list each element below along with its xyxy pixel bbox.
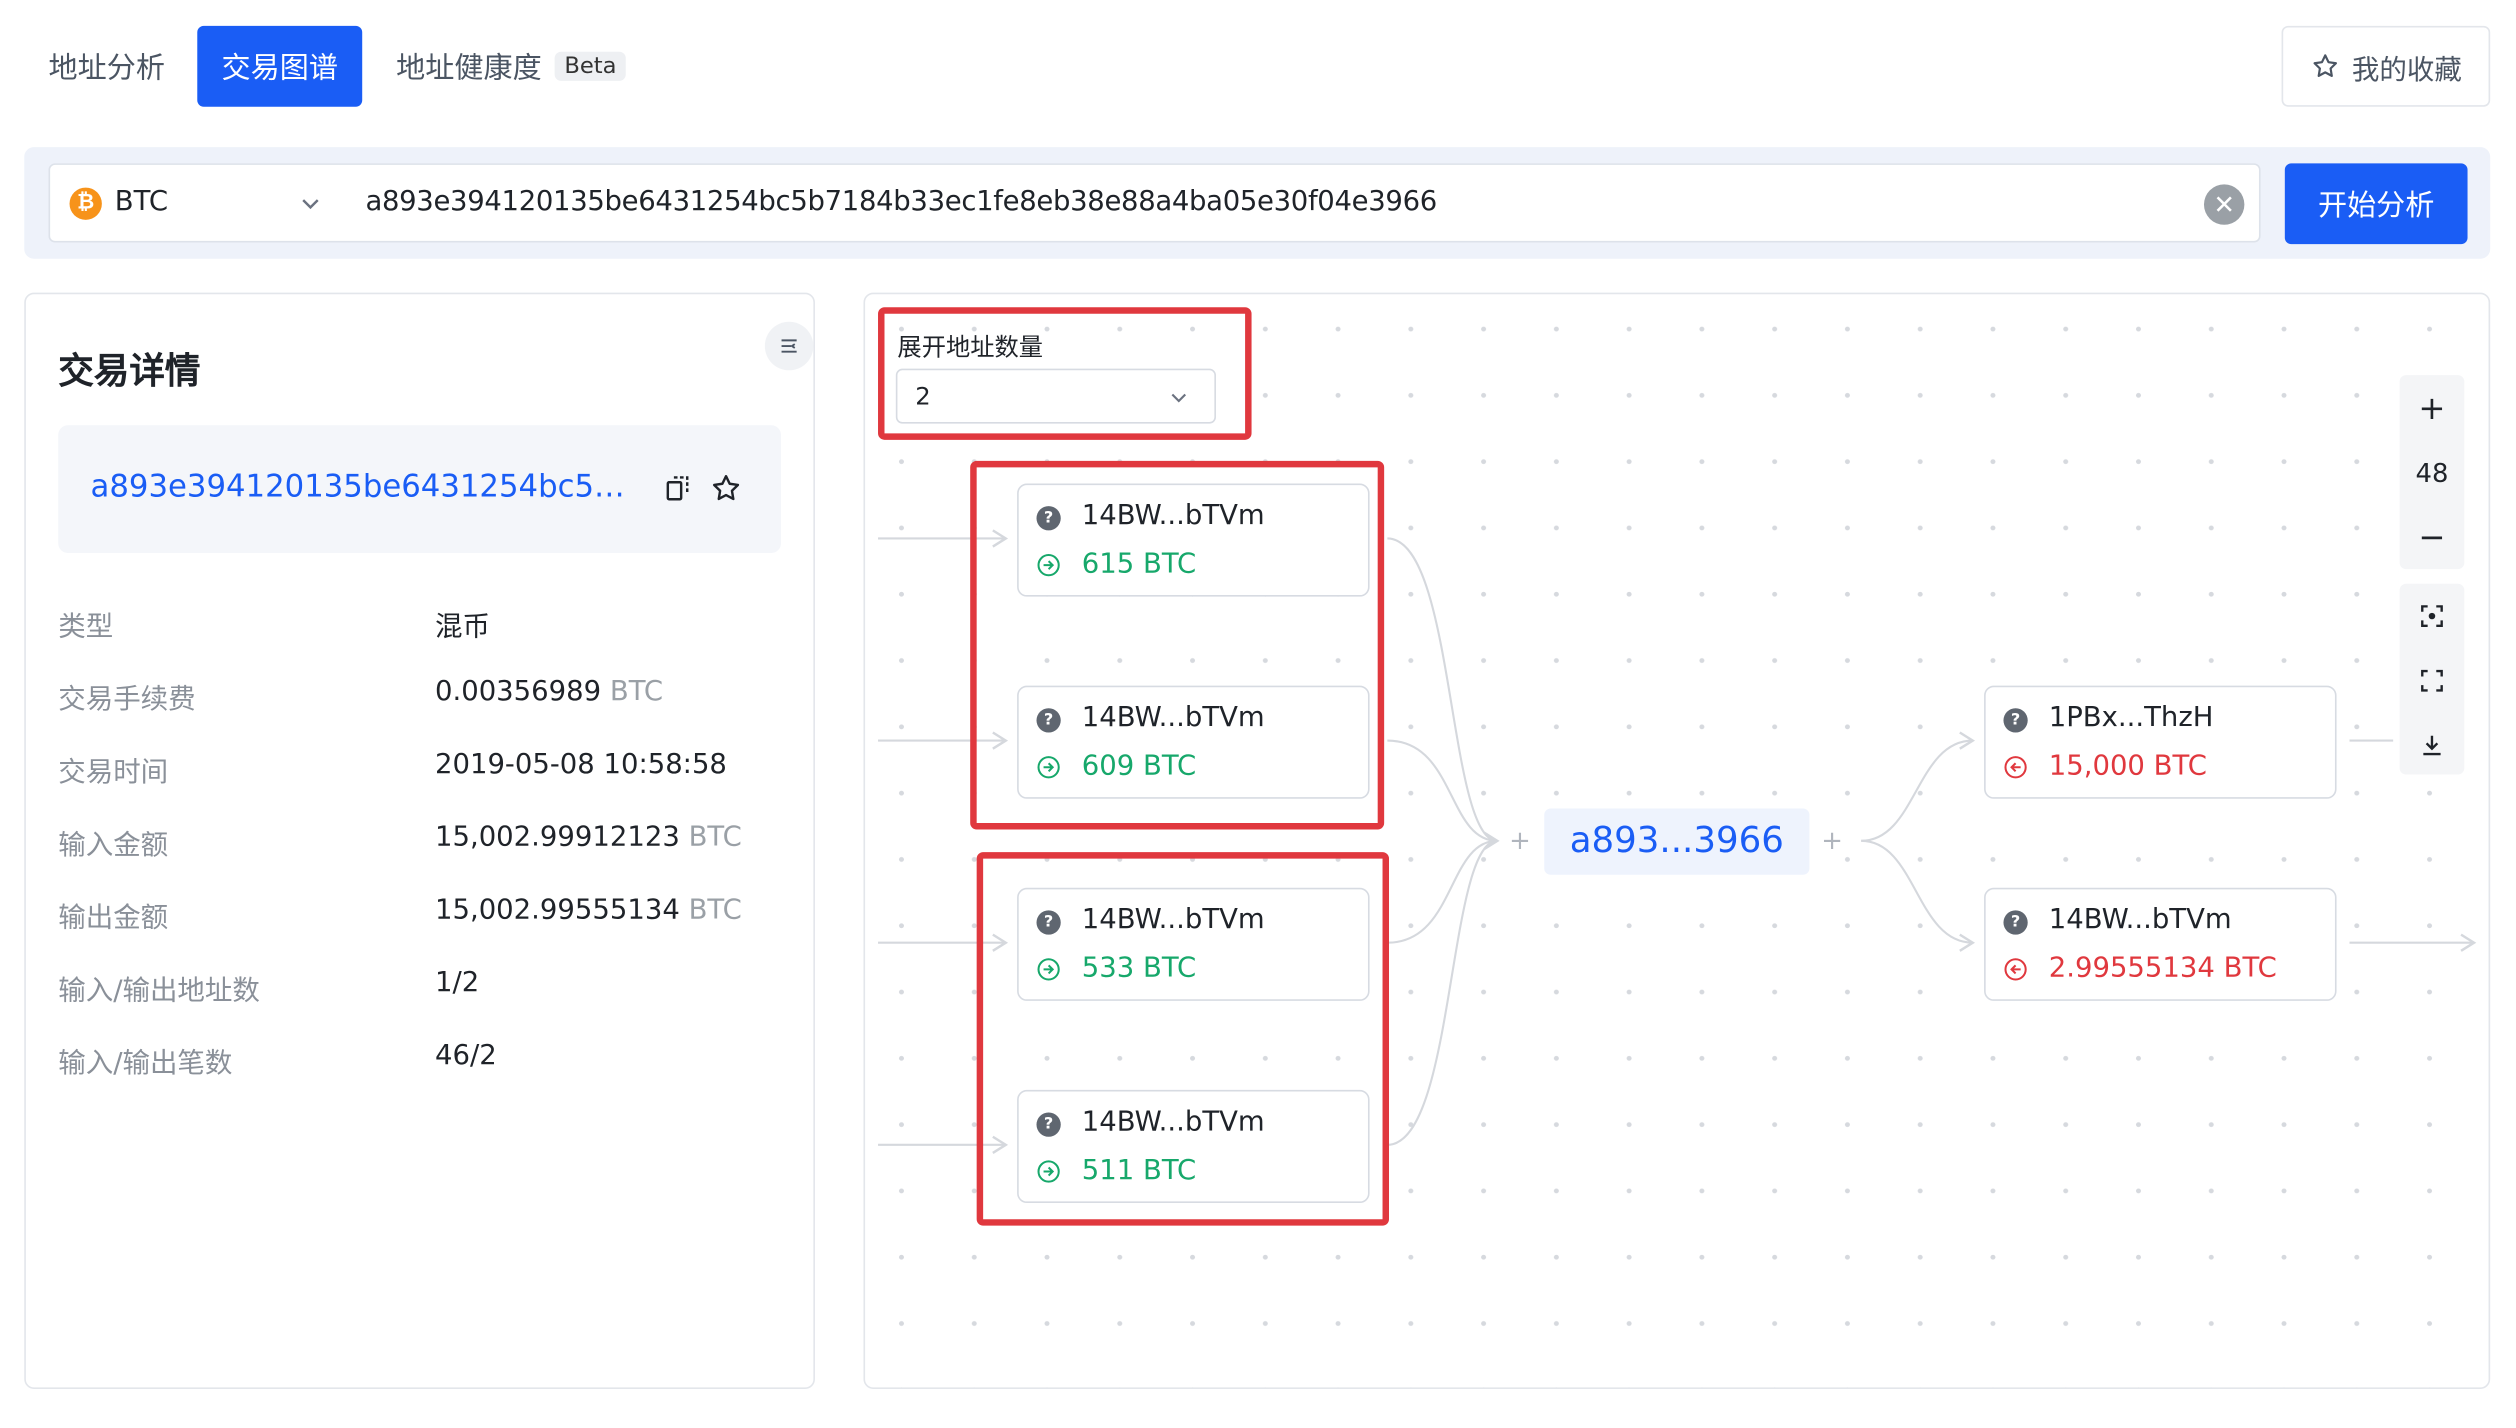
center-transaction-node[interactable]: a893...3966 [1544,808,1810,875]
node-address: 14BW...bTVm [2048,903,2232,937]
expand-outputs-icon[interactable]: + [1818,825,1847,855]
outflow-icon [2004,958,2027,981]
zoom-controls: + 48 − [2399,375,2465,570]
outflow-icon [2004,756,2027,779]
unknown-address-icon: ? [2003,910,2028,935]
zoom-in-icon[interactable]: + [2400,375,2465,440]
view-controls [2399,583,2465,778]
node-amount: 2.99555134 BTC [2048,952,2277,985]
node-address: 1PBx...ThzH [2048,701,2214,735]
output-node[interactable]: ? 1PBx...ThzH 15,000 BTC [1984,685,2337,799]
highlight-input-group [976,852,1390,1226]
node-amount: 15,000 BTC [2048,750,2207,783]
focus-center-icon[interactable] [2400,584,2465,649]
zoom-level: 48 [2415,456,2449,488]
expand-inputs-icon[interactable]: + [1505,825,1534,855]
zoom-out-icon[interactable]: − [2400,505,2465,570]
highlight-input-group [970,460,1385,830]
unknown-address-icon: ? [2003,708,2028,733]
output-node[interactable]: ? 14BW...bTVm 2.99555134 BTC [1984,887,2337,1001]
download-icon[interactable] [2400,713,2465,778]
fullscreen-icon[interactable] [2400,648,2465,713]
highlight-expand-selector [878,307,1252,440]
